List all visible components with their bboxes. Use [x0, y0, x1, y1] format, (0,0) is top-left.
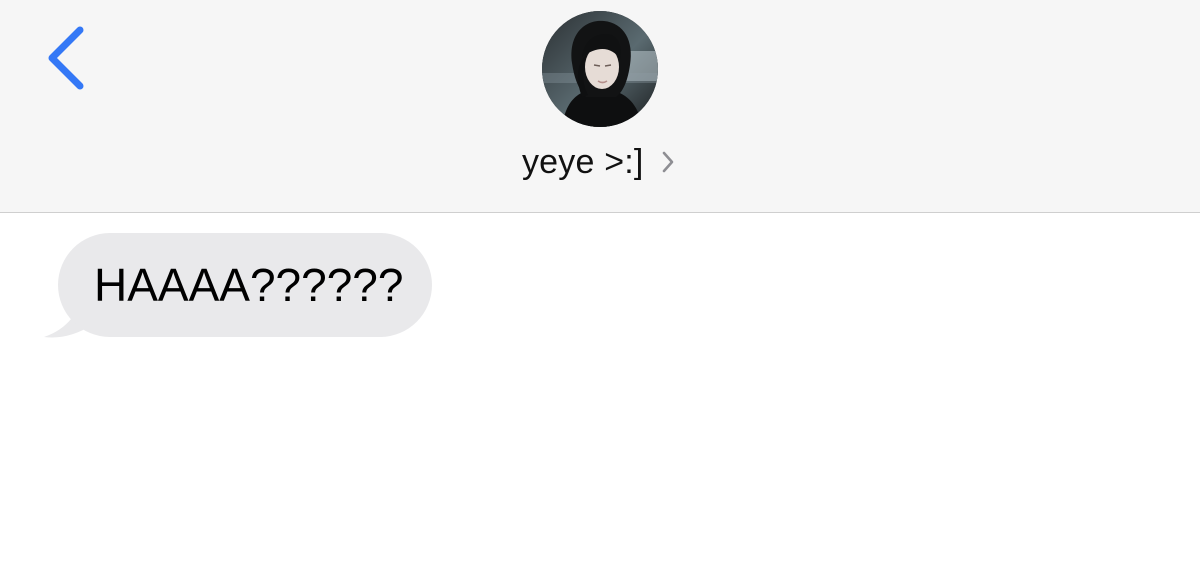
avatar[interactable] — [542, 11, 658, 127]
contact-name: yeye >:] — [521, 143, 644, 181]
message-thread[interactable]: HAAAA?????? — [0, 213, 1200, 574]
contact-name-button[interactable]: yeye >:] — [0, 138, 1200, 188]
chevron-right-icon — [658, 147, 678, 177]
contact-info: yeye >:] — [0, 0, 1200, 212]
messages-screen: yeye >:] HAAAA?????? — [0, 0, 1200, 574]
conversation-header: yeye >:] — [0, 0, 1200, 213]
incoming-message[interactable]: HAAAA?????? — [42, 233, 442, 343]
message-bubble: HAAAA?????? — [58, 233, 432, 337]
